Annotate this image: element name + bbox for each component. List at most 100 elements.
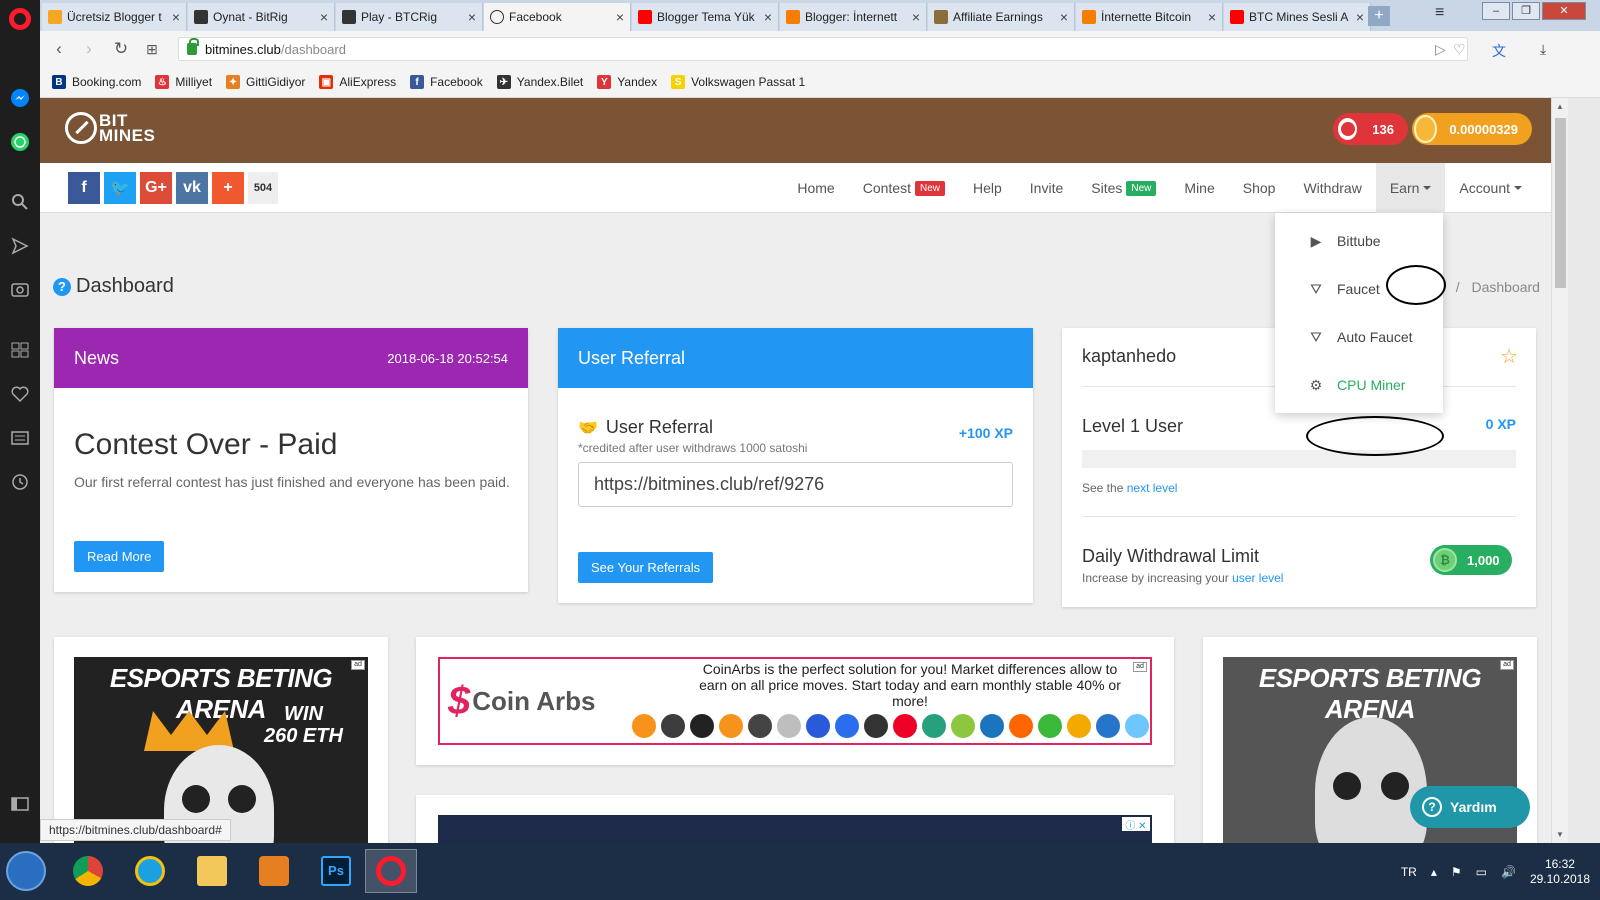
bookmark-item[interactable]: ✈ Yandex.Bilet (496, 75, 583, 89)
help-chat-button[interactable]: ? Yardım (1410, 786, 1530, 828)
facebook-icon[interactable]: f (68, 172, 100, 204)
tab-close-icon[interactable]: × (616, 9, 624, 25)
send-icon[interactable] (8, 234, 32, 258)
user-level-link[interactable]: user level (1232, 571, 1283, 585)
language-indicator[interactable]: TR (1401, 865, 1417, 879)
tab-close-icon[interactable]: × (764, 9, 772, 25)
star-icon[interactable]: ☆ (1500, 344, 1518, 369)
bookmark-heart-icon[interactable]: ♡ (1453, 41, 1466, 58)
bitmines-logo[interactable]: BIT MINES (65, 112, 155, 144)
twitter-icon[interactable]: 🐦 (104, 172, 136, 204)
messenger-icon[interactable] (8, 86, 32, 110)
browser-tab[interactable]: Blogger Tema Yük × (632, 3, 779, 31)
menu-item-cpu-miner[interactable]: ⚙ CPU Miner (1275, 361, 1443, 409)
tabs-grid-icon[interactable]: ⊞ (141, 39, 163, 61)
tab-close-icon[interactable]: × (1060, 9, 1068, 25)
ad-choice-icon[interactable]: ad (351, 660, 365, 670)
browser-tab[interactable]: Affiliate Earnings × (928, 3, 1075, 31)
bookmark-item[interactable]: S Volkswagen Passat 1 (671, 75, 805, 89)
tab-close-icon[interactable]: × (320, 9, 328, 25)
history-icon[interactable] (8, 470, 32, 494)
browser-tab[interactable]: İnternette Bitcoin × (1076, 3, 1223, 31)
ad-choice-icon[interactable]: ad (1500, 660, 1514, 670)
opera-logo-icon[interactable] (9, 8, 31, 30)
search-icon[interactable] (8, 190, 32, 214)
nav-sites[interactable]: Sites New (1077, 163, 1170, 213)
tab-close-icon[interactable]: × (172, 9, 180, 25)
browser-tab-active[interactable]: Facebook × (484, 3, 631, 31)
menu-item-bittube[interactable]: ▶ Bittube (1275, 217, 1443, 265)
tray-arrow-icon[interactable]: ▴ (1431, 865, 1437, 879)
ad-choice-icon[interactable]: ad (1133, 662, 1147, 672)
see-referrals-button[interactable]: See Your Referrals (578, 552, 714, 583)
file-explorer-icon[interactable] (186, 849, 238, 893)
maximize-icon[interactable]: ❐ (1512, 2, 1540, 20)
internet-explorer-icon[interactable] (124, 849, 176, 893)
esports-ad-banner[interactable]: ESPORTS BETING ARENA WIN 260 ETH ad (74, 657, 368, 843)
nav-home[interactable]: Home (783, 163, 848, 213)
browser-tab[interactable]: Ücretsiz Blogger t × (42, 3, 187, 31)
nav-shop[interactable]: Shop (1229, 163, 1290, 213)
game-ad-banner[interactable]: ⓘ ✕ (438, 815, 1152, 843)
nav-mine[interactable]: Mine (1170, 163, 1228, 213)
tab-close-icon[interactable]: × (912, 9, 920, 25)
menu-item-auto-faucet[interactable]: ⛛ Auto Faucet (1275, 313, 1443, 361)
vk-icon[interactable]: vk (176, 172, 208, 204)
minimize-icon[interactable]: – (1482, 2, 1510, 20)
bookmark-item[interactable]: B Booking.com (52, 75, 141, 89)
send-page-icon[interactable]: ▷ (1435, 41, 1446, 58)
nav-contest[interactable]: Contest New (849, 163, 959, 213)
whatsapp-icon[interactable] (8, 130, 32, 154)
chrome-icon[interactable] (62, 849, 114, 893)
ad-close-icon[interactable]: ⓘ ✕ (1122, 817, 1150, 832)
bookmark-item[interactable]: Y Yandex (597, 75, 657, 89)
browser-tab[interactable]: BTC Mines Sesli A × (1224, 3, 1371, 31)
next-level-link[interactable]: next level (1127, 481, 1178, 495)
browser-tab[interactable]: Play - BTCRig × (336, 3, 483, 31)
speed-dial-icon[interactable] (8, 338, 32, 362)
download-icon[interactable]: ⤓ (1540, 41, 1546, 58)
close-window-icon[interactable]: ✕ (1542, 2, 1586, 20)
nav-withdraw[interactable]: Withdraw (1289, 163, 1375, 213)
back-icon[interactable]: ‹ (48, 39, 70, 61)
forward-icon[interactable]: › (78, 39, 100, 61)
scroll-thumb[interactable] (1555, 118, 1566, 288)
page-scrollbar[interactable]: ▲ ▼ (1551, 98, 1568, 843)
sidebar-toggle-icon[interactable] (8, 792, 32, 816)
coinarbs-ad-banner[interactable]: $ Coin Arbs CoinArbs is the perfect solut… (438, 657, 1152, 745)
opera-taskbar-icon[interactable] (365, 849, 417, 893)
clock[interactable]: 16:32 29.10.2018 (1530, 857, 1590, 887)
scroll-up-icon[interactable]: ▲ (1556, 102, 1564, 111)
referral-link-field[interactable]: https://bitmines.club/ref/9276 (578, 462, 1013, 507)
read-more-button[interactable]: Read More (74, 541, 165, 572)
reload-icon[interactable]: ↻ (110, 39, 132, 61)
windows-start-icon[interactable] (6, 851, 46, 891)
new-tab-icon[interactable]: + (1368, 6, 1390, 26)
nav-help[interactable]: Help (959, 163, 1016, 213)
tab-close-icon[interactable]: × (1208, 9, 1216, 25)
share-plus-icon[interactable]: + (212, 172, 244, 204)
news-icon[interactable] (8, 426, 32, 450)
balance-badge[interactable]: 0.00000329 (1412, 113, 1532, 145)
action-center-icon[interactable]: ⚑ (1451, 865, 1462, 879)
media-player-icon[interactable] (248, 849, 300, 893)
camera-icon[interactable] (8, 277, 32, 301)
network-icon[interactable]: ▭ (1476, 865, 1487, 879)
energy-badge[interactable]: 136 (1333, 113, 1408, 145)
tab-menu-icon[interactable]: ≡ (1435, 4, 1444, 22)
volume-icon[interactable]: 🔊 (1501, 865, 1516, 879)
tab-close-icon[interactable]: × (468, 9, 476, 25)
bookmark-item[interactable]: ▣ AliExpress (319, 75, 396, 89)
google-plus-icon[interactable]: G+ (140, 172, 172, 204)
browser-tab[interactable]: Blogger: İnternett × (780, 3, 927, 31)
bookmark-item[interactable]: ♨ Milliyet (155, 75, 212, 89)
nav-earn[interactable]: Earn (1375, 163, 1446, 213)
bookmark-item[interactable]: f Facebook (410, 75, 483, 89)
bookmark-item[interactable]: ✦ GittiGidiyor (226, 75, 305, 89)
scroll-down-icon[interactable]: ▼ (1556, 830, 1564, 839)
tab-close-icon[interactable]: × (1356, 9, 1364, 25)
nav-invite[interactable]: Invite (1016, 163, 1077, 213)
nav-account[interactable]: Account (1445, 163, 1536, 213)
url-input[interactable]: bitmines.club/dashboard (178, 37, 1468, 61)
browser-tab[interactable]: Oynat - BitRig × (188, 3, 335, 31)
